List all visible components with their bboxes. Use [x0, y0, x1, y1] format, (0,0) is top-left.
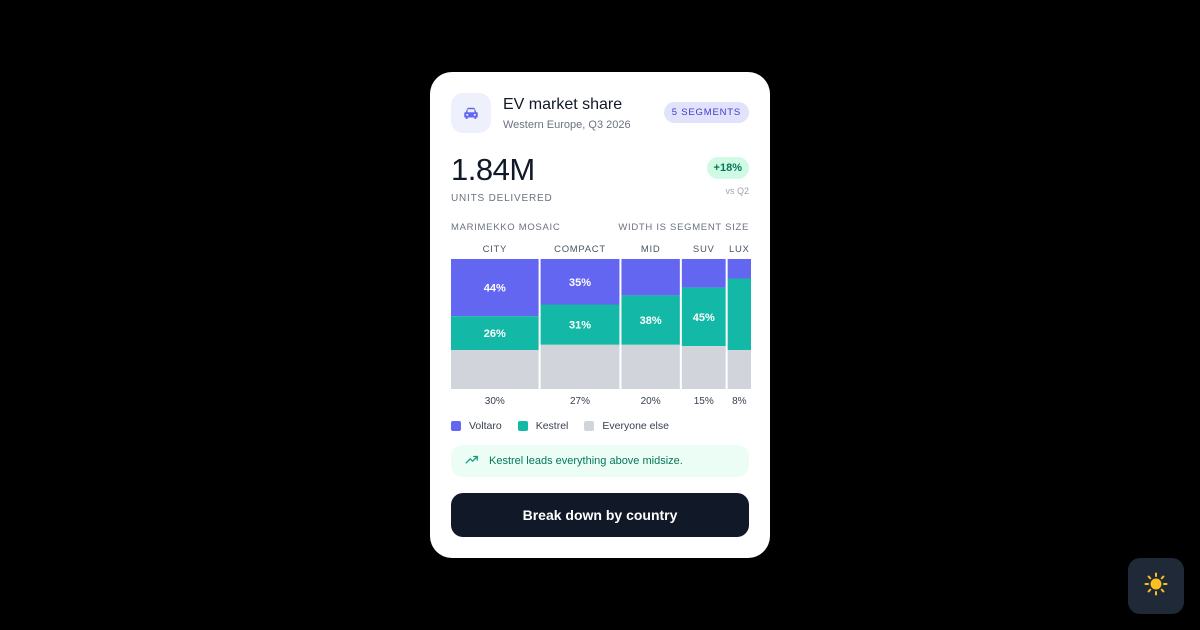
market-share-card: EV market share Western Europe, Q3 2026 … — [430, 72, 770, 558]
segment-size-label: 15% — [694, 396, 714, 407]
marimekko-chart: CITY 44% 26% 30% COMPACT 35% 31% 27% MID 38% 20% SU… — [451, 244, 751, 407]
legend-swatch — [584, 421, 595, 431]
mosaic-cell — [451, 350, 539, 389]
cell-label: 26% — [484, 328, 506, 340]
mosaic-cell — [727, 350, 751, 389]
column-header: LUX — [729, 244, 750, 255]
cell-label: 45% — [693, 312, 715, 324]
legend-label: Kestrel — [535, 420, 569, 432]
delta-comparison: vs Q2 — [725, 186, 749, 196]
segment-size-label: 8% — [732, 396, 747, 407]
sun-icon — [1144, 572, 1168, 601]
break-down-by-country-button[interactable]: Break down by country — [451, 493, 749, 537]
legend-item-others: Everyone else — [584, 420, 669, 432]
trend-up-icon — [465, 453, 479, 470]
legend-item-voltaro: Voltaro — [451, 420, 502, 432]
cell-label: 38% — [640, 315, 662, 327]
cell-label: 44% — [484, 283, 506, 295]
mosaic-cell — [681, 346, 726, 389]
legend-label: Voltaro — [469, 420, 502, 432]
mosaic-cell — [540, 344, 620, 389]
cell-label: 31% — [569, 320, 591, 332]
card-subtitle: Western Europe, Q3 2026 — [503, 119, 631, 131]
cell-label: 35% — [569, 277, 591, 289]
chart-section-note: WIDTH IS SEGMENT SIZE — [618, 222, 749, 233]
column-header: MID — [641, 244, 661, 255]
mosaic-cell — [621, 344, 680, 389]
segment-size-label: 27% — [570, 396, 590, 407]
legend-item-kestrel: Kestrel — [517, 420, 569, 432]
legend-swatch — [517, 421, 528, 431]
legend-label: Everyone else — [602, 420, 669, 432]
column-header: COMPACT — [554, 244, 606, 255]
column-header: SUV — [693, 244, 715, 255]
chart-legend: Voltaro Kestrel Everyone else — [451, 420, 669, 432]
mosaic-cell — [621, 259, 680, 296]
column-header: CITY — [483, 244, 507, 255]
insight-text: Kestrel leads everything above midsize. — [489, 455, 683, 467]
insight-banner: Kestrel leads everything above midsize. — [451, 445, 749, 477]
segment-size-label: 20% — [641, 396, 661, 407]
units-value: 1.84M — [451, 152, 535, 187]
theme-toggle-button[interactable] — [1128, 558, 1184, 614]
segment-size-label: 30% — [485, 396, 505, 407]
mosaic-cell — [727, 278, 751, 350]
segments-badge: 5 SEGMENTS — [663, 102, 749, 123]
delta-badge: +18% — [706, 157, 749, 179]
card-title: EV market share — [503, 96, 623, 113]
legend-swatch — [451, 421, 461, 431]
mosaic-cell — [681, 259, 726, 288]
chart-section-title: MARIMEKKO MOSAIC — [451, 222, 561, 233]
mosaic-cell — [727, 259, 751, 279]
car-icon — [451, 93, 491, 133]
units-label: UNITS DELIVERED — [451, 193, 553, 204]
